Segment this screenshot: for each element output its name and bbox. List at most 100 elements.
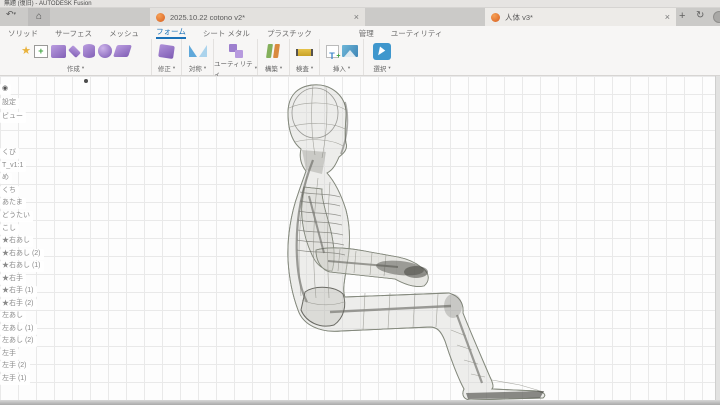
mirror-icon[interactable] <box>188 44 207 58</box>
tab-sheetmetal[interactable]: シート メタル <box>203 28 250 39</box>
document-tab-jintai[interactable]: 人体 v3* × <box>485 8 676 26</box>
group-label: 構築 <box>264 65 278 73</box>
close-icon[interactable]: × <box>354 12 359 22</box>
decal-icon[interactable]: T + <box>325 44 341 61</box>
insert-dropdown[interactable]: 挿入 ▾ <box>320 62 363 73</box>
radio-icon[interactable]: ◉ <box>0 84 12 95</box>
browser-item[interactable]: ★右あし (1) <box>0 261 44 272</box>
browser-item[interactable]: くち <box>0 186 19 197</box>
document-title: 人体 v3* <box>505 12 533 22</box>
browser-item[interactable]: 左あし (2) <box>0 336 37 347</box>
tab-form[interactable]: フォーム <box>156 26 186 39</box>
group-label: 挿入 <box>332 65 346 73</box>
toolbar-group-utilities: ユーティリティ ▾ <box>214 39 258 78</box>
browser-item[interactable]: ★右手 (2) <box>0 299 37 310</box>
browser-item[interactable]: ★右手 <box>0 274 26 285</box>
browser-item[interactable]: くび <box>0 148 19 159</box>
browser-item[interactable]: ★右手 (1) <box>0 286 37 297</box>
form-face-icon[interactable] <box>112 45 132 57</box>
chevron-down-icon: ▾ <box>203 64 207 70</box>
toolbar-group-inspect: 検査 ▾ <box>290 39 320 75</box>
chevron-down-icon: ▾ <box>279 64 283 70</box>
fusion-window: 無題 (復旧) - AUTODESK Fusion ↶▾ ⌂ 2025.10.2… <box>0 0 720 405</box>
window-title: 無題 (復旧) - AUTODESK Fusion <box>4 1 92 7</box>
add-tab-icon[interactable]: + <box>679 10 685 22</box>
construct-dropdown[interactable]: 構築 ▾ <box>258 62 289 73</box>
avatar[interactable] <box>713 11 720 23</box>
browser-item[interactable]: め <box>0 173 12 184</box>
group-label: 修正 <box>157 65 171 73</box>
tab-solid[interactable]: ソリッド <box>8 28 38 39</box>
modify-dropdown[interactable]: 修正 ▾ <box>152 62 181 73</box>
symmetry-dropdown[interactable]: 対称 ▾ <box>182 62 213 73</box>
browser-item-settings[interactable]: 設定 <box>0 98 19 109</box>
inspect-dropdown[interactable]: 検査 ▾ <box>290 62 319 73</box>
toolbar-group-create: ★ + 作成 ▾ <box>0 39 152 75</box>
window-bottom-edge <box>0 400 720 405</box>
browser-item[interactable]: T_v1:1 <box>0 161 27 172</box>
browser-item[interactable]: 左手 <box>0 349 19 360</box>
undo-arrow: ↶ <box>6 9 14 19</box>
group-label: 検査 <box>295 65 309 73</box>
fusion-logo-icon <box>156 12 165 22</box>
group-label: 作成 <box>66 65 80 73</box>
toolbar: ★ + 作成 ▾ 修正 ▾ 対称 ▾ ユーティリティ ▾ 構築 ▾ 検査 ▾ T… <box>0 39 720 78</box>
create-dropdown[interactable]: 作成 ▾ <box>0 62 151 73</box>
dot-icon <box>84 79 88 83</box>
document-tabstrip: ↶▾ ⌂ 2025.10.22 cotono v2* × 人体 v3* × + … <box>0 8 720 26</box>
window-titlebar: 無題 (復旧) - AUTODESK Fusion <box>0 0 720 8</box>
window-right-edge <box>715 76 720 405</box>
home-icon[interactable]: ⌂ <box>28 8 50 26</box>
form-box-icon[interactable] <box>50 44 66 58</box>
form-cylinder-icon[interactable] <box>82 44 95 58</box>
convert-icon[interactable] <box>228 44 244 58</box>
tab-utilities[interactable]: ユーティリティ <box>391 28 443 39</box>
ribbon: ソリッド サーフェス メッシュ フォーム シート メタル プラスチック 管理 ユ… <box>0 26 720 78</box>
chevron-down-icon: ▾ <box>388 64 391 70</box>
browser-item[interactable]: 左手 (2) <box>0 361 30 372</box>
measure-icon[interactable] <box>296 49 313 56</box>
browser-item[interactable]: あたま <box>0 198 26 209</box>
form-plane-icon[interactable] <box>68 44 81 58</box>
browser-item[interactable]: ★右あし <box>0 236 33 247</box>
browser-item[interactable]: 左手 (1) <box>0 374 30 385</box>
browser-item[interactable]: こし <box>0 224 19 235</box>
chevron-down-icon: ▾ <box>172 64 176 70</box>
tab-manage[interactable]: 管理 <box>359 28 374 39</box>
form-sphere-icon[interactable] <box>97 44 112 58</box>
chevron-down-icon: ▾ <box>347 64 351 70</box>
group-label: 選択 <box>373 65 387 73</box>
construct-plane-icon[interactable] <box>266 44 281 58</box>
viewport[interactable]: ◉ 設定 ビュー くび T_v1:1 め くち あたま どうたい こし ★右あし… <box>0 76 720 405</box>
edit-form-icon[interactable] <box>158 43 175 59</box>
chevron-down-icon: ▾ <box>254 64 257 70</box>
close-icon[interactable]: × <box>665 12 670 22</box>
star-icon[interactable]: ★ <box>21 45 31 57</box>
select-dropdown[interactable]: 選択 ▾ <box>364 62 400 73</box>
fusion-logo-icon <box>491 12 500 22</box>
browser-item[interactable]: どうたい <box>0 211 33 222</box>
group-label: 対称 <box>188 65 202 73</box>
tab-plastic[interactable]: プラスチック <box>267 28 312 39</box>
sync-icon[interactable]: ↻ <box>696 10 704 21</box>
toolbar-group-symmetry: 対称 ▾ <box>182 39 214 75</box>
tab-mesh[interactable]: メッシュ <box>109 28 139 39</box>
human-body-model[interactable] <box>0 76 720 405</box>
ribbon-tab-row: ソリッド サーフェス メッシュ フォーム シート メタル プラスチック 管理 ユ… <box>0 26 720 39</box>
chevron-down-icon: ▾ <box>310 64 314 70</box>
utilities-dropdown[interactable]: ユーティリティ ▾ <box>214 61 257 78</box>
browser-item[interactable]: 左あし (1) <box>0 324 37 335</box>
document-tab-cotono[interactable]: 2025.10.22 cotono v2* × <box>150 8 365 26</box>
toolbar-group-insert: T + 挿入 ▾ <box>320 39 364 75</box>
toolbar-group-construct: 構築 ▾ <box>258 39 290 75</box>
new-form-body-icon[interactable]: + <box>33 44 48 58</box>
browser-item-views[interactable]: ビュー <box>0 112 26 123</box>
undo-icon[interactable]: ↶▾ <box>6 9 16 20</box>
toolbar-group-modify: 修正 ▾ <box>152 39 182 75</box>
browser-item[interactable]: ★右あし (2) <box>0 249 44 260</box>
select-cursor-icon[interactable] <box>373 42 391 60</box>
chevron-down-icon: ▾ <box>13 11 17 17</box>
tab-surface[interactable]: サーフェス <box>55 28 92 39</box>
canvas-image-icon[interactable] <box>341 45 358 57</box>
browser-item[interactable]: 左あし <box>0 311 26 322</box>
